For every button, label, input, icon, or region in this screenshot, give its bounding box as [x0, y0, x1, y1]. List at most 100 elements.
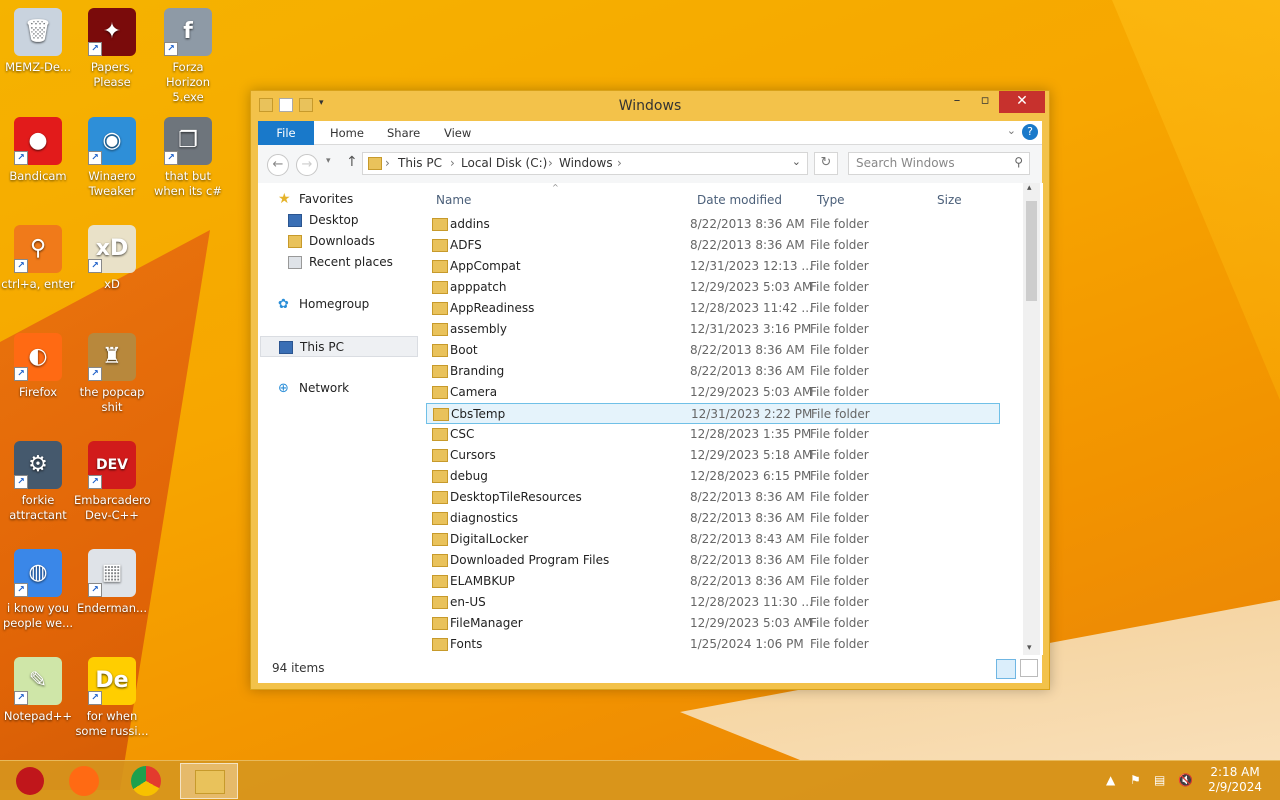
desktop-shortcut[interactable]: xD ↗ xD [74, 225, 150, 292]
desktop-shortcut[interactable]: ◐ ↗ Firefox [0, 333, 76, 400]
breadcrumb-windows[interactable]: Windows [559, 156, 613, 170]
table-row[interactable]: apppatch 12/29/2023 5:03 AM File folder [426, 277, 1000, 298]
show-hidden-icons-icon[interactable]: ▲ [1106, 773, 1122, 789]
nav-item-favorites[interactable]: ★ Favorites [258, 189, 416, 210]
table-row[interactable]: DesktopTileResources 8/22/2013 8:36 AM Fil… [426, 487, 1000, 508]
desktop-shortcut[interactable]: ◉ ↗ Winaero Tweaker [74, 117, 150, 199]
desktop-shortcut[interactable]: De ↗ for when some russi... [74, 657, 150, 739]
table-row[interactable]: ELAMBKUP 8/22/2013 8:36 AM File folder [426, 571, 1000, 592]
shortcut-label: Winaero Tweaker [88, 169, 136, 198]
back-button[interactable]: ← [267, 154, 289, 176]
refresh-button[interactable]: ↻ [814, 152, 838, 175]
expand-ribbon-icon[interactable]: ⌄ [1007, 124, 1016, 137]
nav-item-this-pc[interactable]: This PC [260, 336, 418, 357]
file-type: File folder [810, 385, 869, 399]
table-row[interactable]: Downloaded Program Files 8/22/2013 8:36 A… [426, 550, 1000, 571]
breadcrumb-this-pc[interactable]: This PC [398, 156, 442, 170]
file-date: 12/31/2023 3:16 PM [690, 322, 812, 336]
table-row[interactable]: ADFS 8/22/2013 8:36 AM File folder [426, 235, 1000, 256]
tab-file[interactable]: File [258, 121, 314, 145]
desktop-shortcut[interactable]: ◍ ↗ i know you people we... [0, 549, 76, 631]
desktop-shortcut[interactable]: ✦ ↗ Papers, Please [74, 8, 150, 90]
table-row[interactable]: AppCompat 12/31/2023 12:13 ... File folder [426, 256, 1000, 277]
nav-item-homegroup[interactable]: ✿ Homegroup [258, 294, 416, 315]
desktop-shortcut[interactable]: ⚲ ↗ ctrl+a, enter [0, 225, 76, 292]
shortcut-label: the popcap shit [79, 385, 145, 414]
tab-share[interactable]: Share [387, 121, 420, 145]
desktop-shortcut[interactable]: ♜ ↗ the popcap shit [74, 333, 150, 415]
shortcut-icon: ◉ ↗ [88, 117, 136, 165]
firefox-taskbar-icon[interactable] [58, 763, 110, 799]
recent-locations-icon[interactable]: ▾ [326, 156, 331, 166]
desktop-shortcut[interactable]: ● ↗ Bandicam [0, 117, 76, 184]
desktop-shortcut[interactable]: 🗑 MEMZ-De... [0, 8, 76, 75]
help-icon[interactable]: ? [1022, 124, 1038, 140]
network-tray-icon[interactable]: ▤ [1154, 773, 1170, 789]
nav-item-desktop[interactable]: Desktop [258, 210, 416, 231]
address-bar[interactable]: › This PC › Local Disk (C:) › Windows › … [362, 152, 808, 175]
file-name: CSC [450, 427, 475, 441]
close-button[interactable]: ✕ [999, 91, 1045, 113]
address-dropdown-icon[interactable]: ⌄ [792, 155, 801, 168]
nav-item-network[interactable]: ⊕ Network [258, 378, 416, 399]
tab-view[interactable]: View [444, 121, 471, 145]
start-ornament-icon[interactable] [4, 763, 56, 799]
table-row[interactable]: CSC 12/28/2023 1:35 PM File folder [426, 424, 1000, 445]
minimize-button[interactable]: – [943, 91, 971, 113]
column-header-date[interactable]: Date modified [697, 193, 782, 207]
column-header-type[interactable]: Type [817, 193, 845, 207]
large-icons-view-icon[interactable] [1020, 659, 1038, 677]
table-row[interactable]: Cursors 12/29/2023 5:18 AM File folder [426, 445, 1000, 466]
file-date: 8/22/2013 8:36 AM [690, 553, 805, 567]
title-bar[interactable]: ▾ Windows – ▫ ✕ [251, 91, 1049, 121]
scroll-down-icon[interactable]: ▾ [1027, 643, 1032, 653]
column-header-size[interactable]: Size [937, 193, 962, 207]
maximize-button[interactable]: ▫ [971, 91, 999, 113]
action-center-flag-icon[interactable]: ⚑ [1130, 773, 1146, 789]
table-row[interactable]: addins 8/22/2013 8:36 AM File folder [426, 214, 1000, 235]
table-row[interactable]: Camera 12/29/2023 5:03 AM File folder [426, 382, 1000, 403]
table-row[interactable]: CbsTemp 12/31/2023 2:22 PM File folder [426, 403, 1000, 424]
file-explorer-taskbar-icon[interactable] [180, 763, 238, 799]
folder-icon [432, 239, 448, 252]
table-row[interactable]: debug 12/28/2023 6:15 PM File folder [426, 466, 1000, 487]
desktop-shortcut[interactable]: ❐ ↗ that but when its c# [150, 117, 226, 199]
forward-button[interactable]: → [296, 154, 318, 176]
table-row[interactable]: FileManager 12/29/2023 5:03 AM File folder [426, 613, 1000, 634]
table-row[interactable]: Branding 8/22/2013 8:36 AM File folder [426, 361, 1000, 382]
table-row[interactable]: en-US 12/28/2023 11:30 ... File folder [426, 592, 1000, 613]
up-button[interactable]: ↑ [346, 154, 358, 170]
desktop-shortcut[interactable]: ✎ ↗ Notepad++ [0, 657, 76, 724]
search-input[interactable]: Search Windows ⚲ [848, 152, 1030, 175]
scroll-up-icon[interactable]: ▴ [1027, 183, 1032, 193]
desktop-shortcut[interactable]: ▦ ↗ Enderman... [74, 549, 150, 616]
file-name: Downloaded Program Files [450, 553, 610, 567]
nav-item-recent-places[interactable]: Recent places [258, 252, 416, 273]
shortcut-label: Notepad++ [3, 709, 73, 723]
breadcrumb-local-disk[interactable]: Local Disk (C:) [461, 156, 547, 170]
desktop-shortcut[interactable]: f ↗ Forza Horizon 5.exe [150, 8, 226, 105]
shortcut-icon: f ↗ [164, 8, 212, 56]
table-row[interactable]: AppReadiness 12/28/2023 11:42 ... File fol… [426, 298, 1000, 319]
scroll-thumb[interactable] [1026, 201, 1037, 301]
folder-icon [432, 617, 448, 630]
column-header-name[interactable]: Name [436, 193, 471, 207]
vertical-scrollbar[interactable]: ▴ ▾ [1023, 183, 1040, 655]
table-row[interactable]: assembly 12/31/2023 3:16 PM File folder [426, 319, 1000, 340]
chrome-taskbar-icon[interactable] [120, 763, 172, 799]
shortcut-label: that but when its c# [153, 169, 223, 198]
tab-home[interactable]: Home [330, 121, 364, 145]
folder-icon [433, 408, 449, 421]
desktop-shortcut[interactable]: ⚙ ↗ forkie attractant [0, 441, 76, 523]
shortcut-label: Bandicam [9, 169, 67, 183]
table-row[interactable]: diagnostics 8/22/2013 8:36 AM File folder [426, 508, 1000, 529]
volume-muted-icon[interactable]: 🔇 [1178, 773, 1194, 789]
clock[interactable]: 2:18 AM 2/9/2024 [1208, 765, 1262, 795]
table-row[interactable]: Boot 8/22/2013 8:36 AM File folder [426, 340, 1000, 361]
table-row[interactable]: DigitalLocker 8/22/2013 8:43 AM File folde… [426, 529, 1000, 550]
table-row[interactable]: Fonts 1/25/2024 1:06 PM File folder [426, 634, 1000, 655]
shortcut-label: Embarcadero Dev-C++ [74, 493, 151, 522]
nav-item-downloads[interactable]: Downloads [258, 231, 416, 252]
desktop-shortcut[interactable]: DEV ↗ Embarcadero Dev-C++ [74, 441, 151, 523]
details-view-icon[interactable] [996, 659, 1016, 679]
